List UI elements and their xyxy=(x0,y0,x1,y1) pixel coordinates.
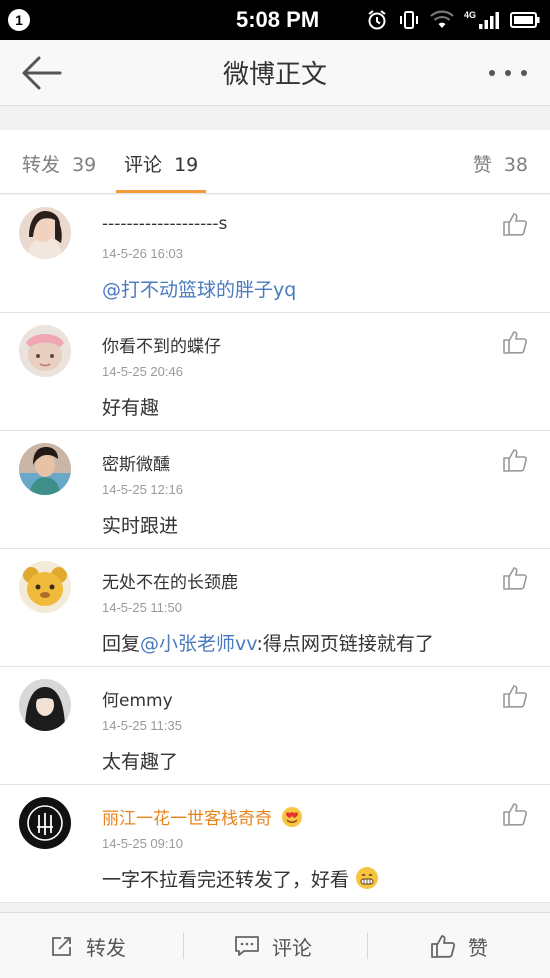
more-icon[interactable] xyxy=(486,58,530,88)
signal-icon xyxy=(479,12,499,29)
tab-comment-label: 评论 xyxy=(124,154,163,176)
love-emoji-icon xyxy=(282,807,303,827)
comment-text: 一字不拉看完还转发了，好看 xyxy=(102,865,379,892)
comment-button-label: 评论 xyxy=(272,935,312,960)
comment-text: 回复@小张老师vv:得点网页链接就有了 xyxy=(102,629,434,656)
comment-mention[interactable]: @小张老师vv xyxy=(140,633,256,655)
comment-text-prefix: 一字不拉看完还转发了，好看 xyxy=(102,869,350,891)
tab-like-count: 38 xyxy=(503,154,528,176)
comment-button[interactable]: 评论 xyxy=(234,913,312,978)
comment-item[interactable]: -------------------s 14-5-26 16:03 @打不动篮… xyxy=(0,195,550,313)
comment-text-prefix: 回复 xyxy=(102,633,141,655)
tab-comment[interactable]: 评论 19 xyxy=(124,150,198,177)
comment-timestamp: 14-5-26 16:03 xyxy=(102,246,183,261)
comment-item[interactable]: 你看不到的蝶仔 14-5-25 20:46 好有趣 xyxy=(0,313,550,431)
repost-button-label: 转发 xyxy=(86,935,126,960)
bottom-action-bar: 转发 评论 赞 xyxy=(0,912,550,978)
thumbs-up-icon[interactable] xyxy=(502,329,528,355)
repost-button[interactable]: 转发 xyxy=(50,913,126,978)
avatar[interactable] xyxy=(19,797,71,849)
comment-item[interactable]: 密斯微醺 14-5-25 12:16 实时跟进 xyxy=(0,431,550,549)
comment-icon xyxy=(235,936,259,956)
alarm-icon xyxy=(368,10,386,30)
grin-emoji-icon xyxy=(356,867,379,889)
tab-like-label: 赞 xyxy=(472,154,492,176)
avatar[interactable] xyxy=(19,207,71,259)
comment-timestamp: 14-5-25 12:16 xyxy=(102,482,183,497)
comment-timestamp: 14-5-25 09:10 xyxy=(102,836,183,851)
comment-item[interactable]: 无处不在的长颈鹿 14-5-25 11:50 回复@小张老师vv:得点网页链接就… xyxy=(0,549,550,667)
avatar[interactable] xyxy=(19,561,71,613)
tab-repost[interactable]: 转发 39 xyxy=(22,150,96,177)
divider xyxy=(183,933,184,959)
comment-username[interactable]: 你看不到的蝶仔 xyxy=(102,332,221,357)
thumbs-up-icon[interactable] xyxy=(502,211,528,237)
divider xyxy=(367,933,368,959)
page-title: 微博正文 xyxy=(222,60,327,90)
like-button[interactable]: 赞 xyxy=(430,913,488,978)
status-icons: 4G xyxy=(366,8,540,32)
comment-text: 好有趣 xyxy=(102,397,160,419)
repost-icon xyxy=(52,937,71,956)
tab-repost-label: 转发 xyxy=(22,154,61,176)
comment-timestamp: 14-5-25 20:46 xyxy=(102,364,183,379)
thumbs-up-icon[interactable] xyxy=(502,447,528,473)
wifi-icon xyxy=(430,10,454,28)
avatar[interactable] xyxy=(19,679,71,731)
thumbs-up-icon[interactable] xyxy=(502,565,528,591)
notification-badge: 1 xyxy=(8,9,30,31)
comment-timestamp: 14-5-25 11:35 xyxy=(102,718,182,733)
comment-username-text: 丽江一花一世客栈奇奇 xyxy=(102,809,272,829)
network-type: 4G xyxy=(463,10,476,20)
comment-text: 实时跟进 xyxy=(102,515,179,537)
comment-username[interactable]: 密斯微醺 xyxy=(102,450,170,475)
avatar[interactable] xyxy=(19,443,71,495)
comment-text-suffix: :得点网页链接就有了 xyxy=(256,633,434,655)
comment-item[interactable]: 何emmy 14-5-25 11:35 太有趣了 xyxy=(0,667,550,785)
vibrate-icon xyxy=(399,11,418,29)
battery-icon xyxy=(510,12,540,28)
thumbs-up-icon xyxy=(431,935,456,958)
comment-item[interactable]: 丽江一花一世客栈奇奇 14-5-25 09:10 一字不拉看完还转发了，好看 xyxy=(0,785,550,903)
tab-repost-count: 39 xyxy=(72,154,97,176)
comment-username[interactable]: 何emmy xyxy=(102,686,173,711)
tab-bar: 转发 39 评论 19 赞 38 xyxy=(0,130,550,194)
tab-comment-count: 19 xyxy=(174,154,199,176)
comment-username[interactable]: -------------------s xyxy=(102,214,227,234)
status-bar: 1 5:08 PM 4G xyxy=(0,0,550,40)
avatar[interactable] xyxy=(19,325,71,377)
thumbs-up-icon[interactable] xyxy=(502,801,528,827)
status-time: 5:08 PM xyxy=(236,7,320,32)
comment-text: 太有趣了 xyxy=(102,751,179,773)
active-tab-indicator xyxy=(116,190,206,193)
comment-mention[interactable]: @打不动篮球的胖子yq xyxy=(102,279,296,301)
comment-username[interactable]: 无处不在的长颈鹿 xyxy=(102,568,238,593)
nav-bar: 微博正文 xyxy=(0,40,550,106)
comment-username[interactable]: 丽江一花一世客栈奇奇 xyxy=(102,804,303,829)
comment-text: @打不动篮球的胖子yq xyxy=(102,275,296,302)
comment-timestamp: 14-5-25 11:50 xyxy=(102,600,182,615)
thumbs-up-icon[interactable] xyxy=(502,683,528,709)
like-button-label: 赞 xyxy=(468,935,488,960)
tab-like[interactable]: 赞 38 xyxy=(473,150,528,177)
comment-list: -------------------s 14-5-26 16:03 @打不动篮… xyxy=(0,195,550,903)
